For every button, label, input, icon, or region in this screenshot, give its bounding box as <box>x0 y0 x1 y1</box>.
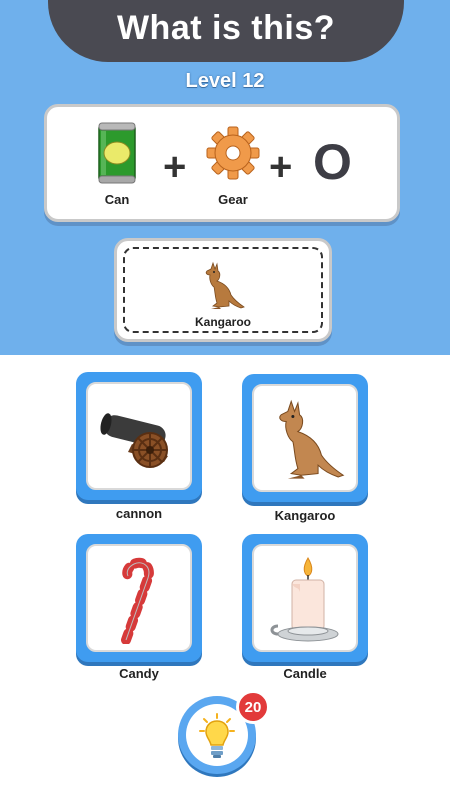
option-card-candle[interactable] <box>242 534 368 662</box>
gear-icon <box>206 126 260 180</box>
equation-card: Can + Gear + O <box>44 104 400 222</box>
candle-icon <box>270 557 339 642</box>
option-label-candy: Candy <box>119 666 159 681</box>
answer-box[interactable]: Kangaroo <box>114 238 332 342</box>
equation-item-gear: Gear <box>205 125 261 207</box>
option-card-candy[interactable] <box>76 534 202 662</box>
lightbulb-icon <box>199 713 235 758</box>
letter-o: O <box>313 134 352 190</box>
hint-count-badge: 20 <box>236 690 270 724</box>
option-label-kangaroo: Kangaroo <box>274 508 336 523</box>
equation-label-gear: Gear <box>218 192 248 207</box>
kangaroo-icon <box>205 261 245 309</box>
plus-sign: + <box>269 145 293 189</box>
kangaroo-icon <box>279 399 345 479</box>
option-card-kangaroo[interactable] <box>242 374 368 502</box>
page-title: What is this? <box>116 9 336 47</box>
equation-label-can: Can <box>104 192 130 207</box>
can-icon <box>98 122 136 184</box>
plus-sign: + <box>163 145 187 189</box>
candy-cane-icon <box>121 557 154 644</box>
option-card-cannon[interactable] <box>76 372 202 500</box>
option-label-candle: Candle <box>283 666 327 681</box>
level-label: Level 12 <box>185 70 265 92</box>
cannon-icon <box>100 413 168 468</box>
answer-label: Kangaroo <box>194 315 251 329</box>
title-banner: What is this? <box>48 0 404 62</box>
option-label-cannon: cannon <box>115 506 163 521</box>
equation-item-can: Can <box>97 121 137 207</box>
